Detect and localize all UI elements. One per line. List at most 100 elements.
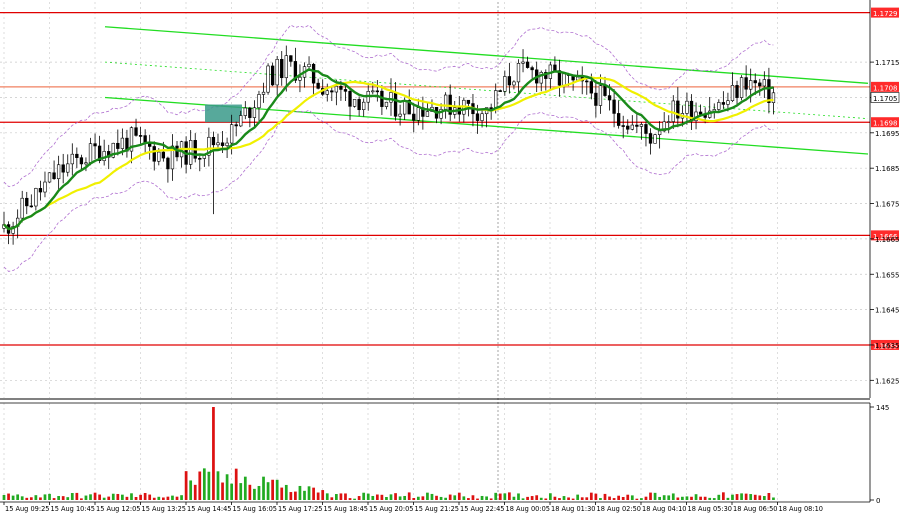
time-tick-label: 18 Aug 04:10 bbox=[642, 505, 686, 513]
time-tick-label: 15 Aug 17:25 bbox=[278, 505, 322, 513]
candle-body bbox=[494, 90, 498, 110]
candle-body bbox=[384, 101, 389, 107]
candle-body bbox=[562, 73, 566, 86]
candle-body bbox=[607, 95, 612, 101]
candle-body bbox=[525, 61, 530, 68]
candle-body bbox=[34, 188, 38, 207]
candle-body bbox=[198, 158, 202, 160]
candle-body bbox=[138, 135, 143, 137]
candle-body bbox=[311, 63, 316, 84]
time-tick-label: 15 Aug 20:05 bbox=[369, 505, 413, 513]
candle-body bbox=[352, 99, 357, 107]
candle-body bbox=[685, 100, 689, 114]
candle-body bbox=[56, 164, 61, 180]
candle-body bbox=[644, 124, 648, 134]
candle-body bbox=[343, 89, 348, 92]
candle-body bbox=[84, 162, 88, 165]
candle-body bbox=[289, 55, 293, 62]
time-tick-label: 18 Aug 05:30 bbox=[688, 505, 732, 513]
candle-body bbox=[93, 143, 97, 147]
candle-body bbox=[66, 163, 70, 173]
candle-body bbox=[143, 135, 147, 144]
entry-marker-box bbox=[205, 104, 242, 123]
candle-body bbox=[270, 65, 275, 86]
candle-body bbox=[653, 134, 657, 144]
price-tick-label: 1.1675 bbox=[875, 201, 900, 209]
candle-body bbox=[161, 151, 166, 159]
candle-body bbox=[371, 90, 375, 93]
candle-body bbox=[334, 85, 339, 93]
price-tick-label: 1.1625 bbox=[875, 377, 900, 385]
candle-body bbox=[325, 90, 329, 95]
level-price-label: 1.1708 bbox=[873, 84, 898, 92]
candle-body bbox=[348, 91, 352, 107]
candle-body bbox=[166, 157, 170, 170]
candle-body bbox=[503, 76, 507, 92]
candle-body bbox=[667, 121, 671, 123]
candle-body bbox=[70, 153, 74, 165]
candle-body bbox=[635, 124, 639, 127]
candle-body bbox=[771, 92, 776, 103]
price-tick-label: 1.1645 bbox=[875, 307, 900, 315]
price-tick-label: 1.1665 bbox=[875, 236, 900, 244]
candle-body bbox=[88, 143, 93, 164]
candle-body bbox=[402, 100, 407, 115]
candle-body bbox=[116, 142, 120, 149]
candle-body bbox=[261, 91, 266, 95]
candle-body bbox=[416, 107, 420, 121]
level-price-label: 1.1729 bbox=[873, 10, 898, 18]
candle-body bbox=[726, 100, 730, 105]
candle-body bbox=[79, 157, 84, 165]
candle-body bbox=[52, 172, 56, 180]
candle-body bbox=[657, 130, 662, 135]
time-tick-label: 18 Aug 08:10 bbox=[779, 505, 823, 513]
candle-body bbox=[61, 164, 65, 173]
candle-body bbox=[749, 80, 753, 90]
candle-body bbox=[393, 92, 398, 117]
candle-body bbox=[362, 101, 366, 111]
candle-body bbox=[480, 113, 484, 121]
candle-body bbox=[612, 99, 616, 114]
candle-body bbox=[721, 102, 726, 105]
time-tick-label: 15 Aug 13:25 bbox=[142, 505, 186, 513]
candle-body bbox=[243, 107, 247, 116]
candle-body bbox=[389, 92, 393, 103]
candle-body bbox=[248, 107, 252, 118]
candle-body bbox=[621, 125, 625, 127]
time-tick-label: 15 Aug 12:05 bbox=[96, 505, 140, 513]
candle-body bbox=[521, 61, 525, 64]
candle-body bbox=[594, 92, 598, 106]
candle-body bbox=[730, 85, 735, 102]
candle-body bbox=[284, 55, 288, 79]
candle-body bbox=[585, 80, 589, 83]
time-tick-label: 15 Aug 14:45 bbox=[187, 505, 231, 513]
candle-body bbox=[38, 188, 43, 193]
candle-body bbox=[398, 113, 402, 117]
candle-body bbox=[25, 197, 29, 207]
entry-marker bbox=[205, 104, 242, 123]
candle-body bbox=[43, 181, 47, 193]
candle-body bbox=[498, 90, 502, 92]
candle-body bbox=[425, 111, 430, 117]
candle-body bbox=[152, 146, 156, 162]
candle-body bbox=[229, 124, 234, 144]
candle-body bbox=[275, 59, 279, 86]
candle-body bbox=[375, 90, 380, 93]
candle-body bbox=[512, 81, 516, 86]
volume-tick-label: 145 bbox=[876, 404, 889, 412]
candle-body bbox=[753, 80, 757, 84]
candle-body bbox=[307, 63, 311, 67]
candle-body bbox=[134, 127, 138, 136]
candle-body bbox=[639, 124, 644, 127]
candle-body bbox=[516, 63, 521, 83]
time-tick-label: 15 Aug 22:45 bbox=[460, 505, 504, 513]
candle-body bbox=[157, 151, 161, 162]
candle-body bbox=[475, 113, 480, 121]
time-tick-label: 15 Aug 18:45 bbox=[324, 505, 368, 513]
candle-body bbox=[466, 99, 471, 104]
candle-body bbox=[589, 81, 593, 94]
time-tick-label: 15 Aug 10:45 bbox=[51, 505, 95, 513]
trading-chart: 1.17291.17081.16981.16661.16351.17151.17… bbox=[0, 0, 900, 516]
candle-body bbox=[648, 133, 653, 144]
time-tick-label: 15 Aug 09:25 bbox=[5, 505, 49, 513]
